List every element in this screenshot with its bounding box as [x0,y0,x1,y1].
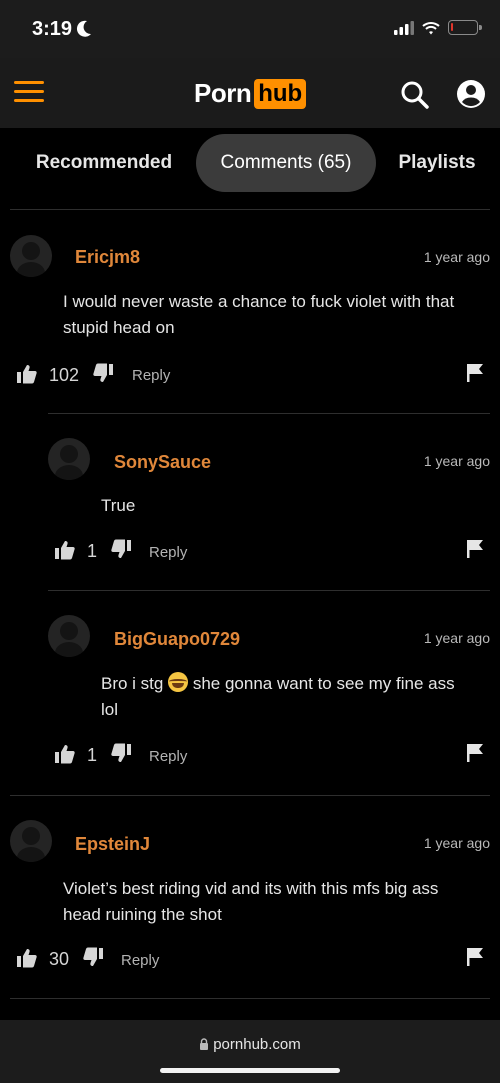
thumbs-up-icon[interactable] [54,539,76,561]
comment-text-part: Bro i stg [101,674,164,693]
comment-text-line: stupid head on [63,318,175,337]
thumbs-down-icon[interactable] [110,742,132,764]
comment-username[interactable]: BigGuapo0729 [114,629,240,650]
moon-icon [76,20,91,37]
tab-playlists[interactable]: Playlists [384,134,490,192]
comment-username[interactable]: EpsteinJ [75,834,150,855]
menu-icon-bar [14,81,44,84]
reply-button[interactable]: Reply [132,367,170,384]
home-indicator[interactable] [160,1068,340,1073]
reply-button[interactable]: Reply [121,952,159,969]
search-icon[interactable] [400,80,430,110]
comment-text-line: Bro i stg she gonna want to see my fine … [101,671,493,697]
battery-level [451,23,453,31]
browser-bottom-bar: pornhub.com [0,1020,500,1083]
comment-username[interactable]: SonySauce [114,452,211,473]
wifi-icon [422,21,440,34]
status-icons [394,20,482,35]
reply-button[interactable]: Reply [149,748,187,765]
comment-text-line: lol [101,700,119,719]
like-count: 1 [87,541,98,561]
status-bar: 3:19 [0,0,500,58]
avatar[interactable] [10,235,52,277]
flag-icon[interactable] [466,947,484,967]
menu-icon-bar [14,99,44,102]
comment-text-line: True [101,496,136,515]
comment-timestamp: 1 year ago [423,249,490,265]
status-time: 3:19 [32,18,73,40]
flag-icon[interactable] [466,363,484,383]
lock-icon [200,1038,209,1050]
menu-icon-bar [14,90,44,93]
like-count: 1 [87,745,98,765]
comment-timestamp: 1 year ago [423,835,490,851]
reply-button[interactable]: Reply [149,544,187,561]
comment-timestamp: 1 year ago [423,453,490,469]
site-header: Porn hub [0,58,500,128]
comment-reply: BigGuapo0729 1 year ago Bro i stg she go… [0,591,500,795]
thumbs-up-icon[interactable] [54,743,76,765]
comment-timestamp: 1 year ago [423,630,490,646]
like-count: 102 [49,365,80,385]
comment-text: True [101,493,491,519]
comment-text-line: I would never waste a chance to fuck vio… [63,292,455,311]
menu-button[interactable] [14,81,44,103]
url-text: pornhub.com [213,1036,301,1053]
signal-icon [394,20,414,35]
thumbs-up-icon[interactable] [16,947,38,969]
like-count: 30 [49,949,70,969]
tab-recommended[interactable]: Recommended [18,134,190,192]
account-icon[interactable] [456,79,486,109]
comment-text: Bro i stg she gonna want to see my fine … [101,671,493,723]
comment: Ericjm8 1 year ago I would never waste a… [0,210,500,410]
comment-text: I would never waste a chance to fuck vio… [63,289,493,341]
flag-icon[interactable] [466,743,484,763]
avatar[interactable] [48,438,90,480]
comment-reply: SonySauce 1 year ago True 1 Reply [0,414,500,590]
avatar[interactable] [48,615,90,657]
battery-icon [448,20,482,35]
comment-text-line: head ruining the shot [63,905,222,924]
laughing-emoji-icon [168,672,189,692]
thumbs-down-icon[interactable] [82,946,104,968]
thumbs-down-icon[interactable] [110,538,132,560]
url-bar[interactable]: pornhub.com [0,1036,500,1053]
thumbs-up-icon[interactable] [16,363,38,385]
logo-text-left: Porn [194,78,252,108]
comment-text-part: she gonna want to see my fine ass [192,674,455,693]
tab-comments[interactable]: Comments (65) [196,134,376,192]
comment-text-line: Violet’s best riding vid and its with th… [63,879,439,898]
divider [10,998,490,999]
logo-text-right: hub [254,78,307,109]
site-logo[interactable]: Porn hub [194,78,307,109]
avatar[interactable] [10,820,52,862]
comment-username[interactable]: Ericjm8 [75,247,140,268]
tab-bar: Recommended Comments (65) Playlists [0,128,500,208]
thumbs-down-icon[interactable] [92,362,114,384]
comment: EpsteinJ 1 year ago Violet’s best riding… [0,796,500,998]
comment-text: Violet’s best riding vid and its with th… [63,876,493,928]
flag-icon[interactable] [466,539,484,559]
